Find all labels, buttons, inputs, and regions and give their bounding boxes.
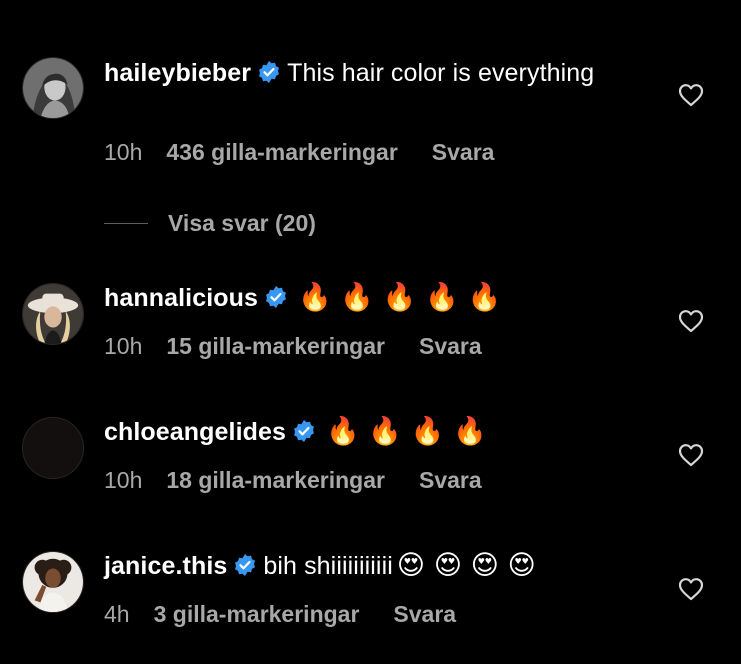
comment-username[interactable]: haileybieber: [104, 59, 251, 87]
heart-outline-icon[interactable]: [678, 309, 704, 333]
comment-text: chloeangelides 🔥 🔥 🔥 🔥: [104, 416, 644, 448]
comment-time: 4h: [104, 601, 130, 627]
comment-likes[interactable]: 18 gilla-markeringar: [166, 466, 385, 494]
comment-text: hannalicious 🔥 🔥 🔥 🔥 🔥: [104, 282, 644, 314]
comment-emojis: 🔥 🔥 🔥 🔥 🔥: [298, 282, 502, 313]
verified-badge-icon: [233, 553, 257, 577]
comment-username[interactable]: hannalicious: [104, 284, 258, 312]
heart-outline-icon[interactable]: [678, 443, 704, 467]
comment-emojis: 😍 😍 😍 😍: [396, 550, 536, 581]
comment-time: 10h: [104, 333, 143, 359]
heart-outline-icon[interactable]: [678, 577, 704, 601]
comment-text: haileybieber This hair color is everythin…: [104, 57, 644, 89]
avatar[interactable]: [22, 551, 84, 613]
reply-button[interactable]: Svara: [419, 332, 482, 360]
reply-button[interactable]: Svara: [419, 466, 482, 494]
comment-emojis: 🔥 🔥 🔥 🔥: [326, 416, 487, 447]
verified-badge-icon: [257, 60, 281, 84]
avatar[interactable]: [22, 283, 84, 345]
comment-likes[interactable]: 3 gilla-markeringar: [154, 600, 360, 628]
comment-likes[interactable]: 436 gilla-markeringar: [166, 138, 397, 166]
comment-time: 10h: [104, 467, 143, 493]
comment-username[interactable]: janice.this: [104, 552, 227, 580]
comment-body: bih shiiiiiiiiiii: [263, 552, 393, 580]
avatar[interactable]: [22, 57, 84, 119]
comment-meta: 10h 18 gilla-markeringar Svara: [104, 466, 482, 494]
comment-likes[interactable]: 15 gilla-markeringar: [166, 332, 385, 360]
comment-meta: 4h 3 gilla-markeringar Svara: [104, 600, 456, 628]
divider-line: [104, 223, 148, 224]
comment-time: 10h: [104, 139, 143, 165]
comment-text: janice.this bih shiiiiiiiiiii 😍 😍 😍 😍: [104, 550, 644, 582]
reply-button[interactable]: Svara: [432, 138, 495, 166]
heart-outline-icon[interactable]: [678, 83, 704, 107]
comment-meta: 10h 15 gilla-markeringar Svara: [104, 332, 482, 360]
reply-button[interactable]: Svara: [393, 600, 456, 628]
verified-badge-icon: [292, 419, 316, 443]
avatar[interactable]: [22, 417, 84, 479]
comment-body: This hair color is everything: [287, 59, 595, 87]
view-replies-label: Visa svar (20): [168, 210, 316, 236]
comment-username[interactable]: chloeangelides: [104, 418, 286, 446]
view-replies-button[interactable]: Visa svar (20): [104, 210, 316, 240]
comment-meta: 10h 436 gilla-markeringar Svara: [104, 138, 494, 166]
verified-badge-icon: [264, 285, 288, 309]
